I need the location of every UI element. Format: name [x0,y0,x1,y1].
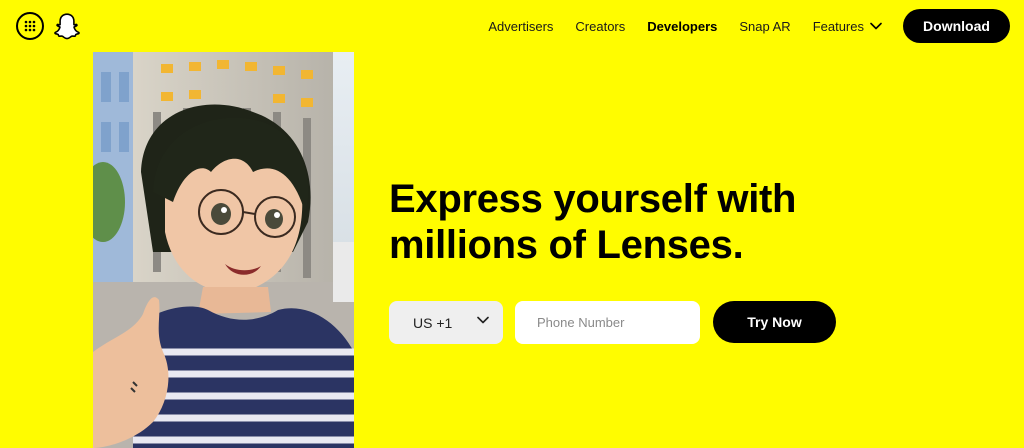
try-now-button[interactable]: Try Now [713,301,836,343]
country-code-value: US +1 [413,314,453,331]
apps-grid-icon[interactable] [16,12,44,40]
nav-snap-ar[interactable]: Snap AR [739,19,790,34]
phone-number-input[interactable] [515,301,700,344]
hero-headline: Express yourself with millions of Lenses… [389,177,797,267]
country-code-select[interactable]: US +1 [389,301,503,344]
chevron-down-icon [870,22,882,30]
nav-advertisers[interactable]: Advertisers [488,19,553,34]
nav-label: Snap AR [739,18,791,34]
snapchat-ghost-icon[interactable] [54,12,80,40]
nav-developers[interactable]: Developers [647,19,717,34]
nav-label: Advertisers [488,18,554,34]
nav-label: Developers [647,18,718,34]
nav-creators[interactable]: Creators [575,19,625,34]
nav-features[interactable]: Features [813,19,882,34]
nav-label: Creators [575,18,626,34]
chevron-down-icon [477,316,489,324]
site-header: Advertisers Creators Developers Snap AR … [0,0,1024,52]
main-nav: Advertisers Creators Developers Snap AR … [488,0,882,52]
lens-preview-image [93,52,354,448]
download-button[interactable]: Download [903,9,1010,43]
nav-label: Features [812,18,864,34]
